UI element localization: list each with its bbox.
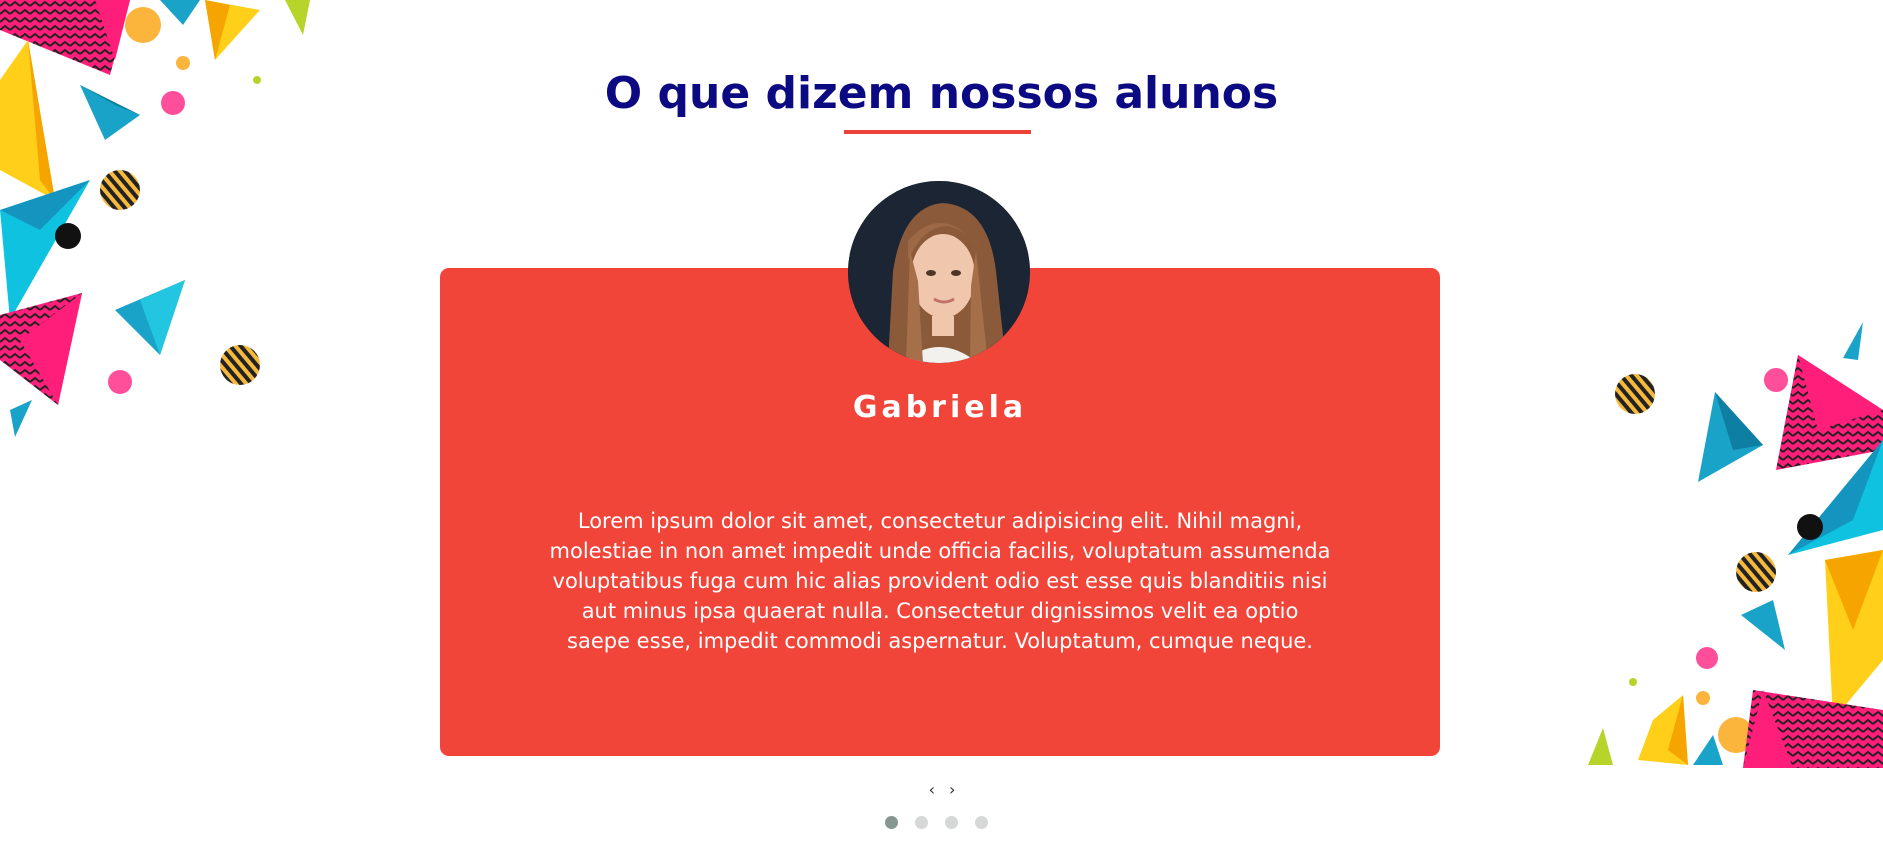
testimonials-section: O que dizem nossos alunos Gabriela Lorem… <box>0 0 1883 854</box>
confetti-decoration-right <box>1588 322 1883 768</box>
student-avatar <box>848 181 1030 363</box>
testimonial-text: Lorem ipsum dolor sit amet, consectetur … <box>549 509 1331 653</box>
carousel-prev-button[interactable]: ‹ <box>927 780 937 800</box>
testimonial-author-name: Gabriela <box>852 390 1028 425</box>
carousel-dot-2[interactable] <box>915 816 928 829</box>
carousel-pagination <box>885 816 988 829</box>
carousel-dot-1[interactable] <box>885 816 898 829</box>
carousel-dot-4[interactable] <box>975 816 988 829</box>
carousel-nav: ‹ › <box>916 780 968 800</box>
student-photo-icon <box>848 181 1030 363</box>
carousel-dot-3[interactable] <box>945 816 958 829</box>
title-underline <box>844 130 1031 134</box>
carousel-next-button[interactable]: › <box>947 780 957 800</box>
section-title: O que dizem nossos alunos <box>604 68 1279 119</box>
